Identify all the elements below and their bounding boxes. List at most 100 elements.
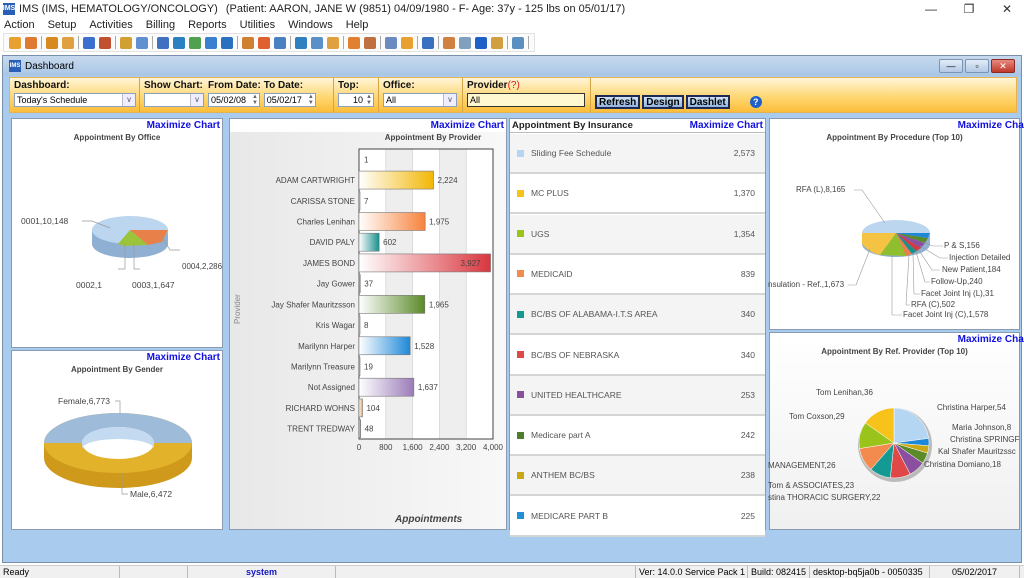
toolbar-icon[interactable]	[422, 36, 434, 49]
toolbar-icon[interactable]	[258, 36, 270, 49]
chevron-down-icon: ∨	[190, 94, 203, 106]
dashboard-restore-button[interactable]: ▫	[965, 59, 989, 73]
toolbar-icon[interactable]	[512, 36, 524, 49]
toolbar-icon[interactable]	[274, 36, 286, 49]
office-chart-panel: Maximize Chart Appointment By Office 000…	[11, 118, 223, 348]
data-label: New Patient,184	[942, 265, 1001, 274]
toolbar-icon[interactable]	[311, 36, 323, 49]
status-empty	[120, 566, 188, 578]
menu-help[interactable]: Help	[346, 19, 369, 31]
data-label: Injection Detailed	[949, 253, 1011, 262]
insurance-value: 1,370	[733, 188, 755, 199]
dashboard-select[interactable]: Today's Schedule ∨	[14, 93, 136, 107]
insurance-name: BC/BS OF NEBRASKA	[531, 349, 620, 360]
insurance-name: UGS	[531, 228, 550, 239]
toolbar-icon[interactable]	[136, 36, 148, 49]
toolbar-icon[interactable]	[99, 36, 111, 49]
x-axis-label: Appointments	[395, 514, 463, 525]
data-label: stina THORACIC SURGERY,22	[768, 493, 881, 502]
bar-category-label: JAMES BOND	[303, 259, 355, 268]
status-bar: Ready system Ver: 14.0.0 Service Pack 1 …	[0, 565, 1024, 578]
toolbar-icon[interactable]	[364, 36, 376, 49]
chevron-down-icon: ∨	[443, 94, 456, 106]
insurance-value: 1,354	[733, 228, 755, 239]
toolbar-icon[interactable]	[242, 36, 254, 49]
menu-reports[interactable]: Reports	[188, 19, 227, 31]
menu-activities[interactable]: Activities	[89, 19, 132, 31]
ref-provider-chart-panel: Maximize Chart Appointment By Ref. Provi…	[768, 332, 1024, 530]
data-label: Facet Joint Inj (C),1,578	[903, 310, 989, 319]
toolbar-icon[interactable]	[475, 36, 487, 49]
toolbar-icon[interactable]	[348, 36, 360, 49]
gender-chart-panel: Maximize Chart Appointment By Gender Fem…	[11, 350, 223, 530]
menu-utilities[interactable]: Utilities	[240, 19, 275, 31]
bar-data-label: 2,224	[438, 176, 459, 185]
x-tick-label: 1,600	[403, 443, 424, 452]
to-date-input[interactable]: 05/02/17 ▲ ▼	[263, 93, 316, 107]
provider-label: Provider	[467, 80, 508, 91]
toolbar	[3, 33, 535, 52]
ims-app-icon: IMS	[3, 2, 15, 15]
toolbar-icon[interactable]	[401, 36, 413, 49]
insurance-row: MEDICARE PART B 225	[510, 496, 765, 537]
bar-category-label: Charles Lenihan	[297, 218, 355, 227]
toolbar-icon[interactable]	[46, 36, 58, 49]
provider-help-hint[interactable]: (?)	[508, 80, 520, 91]
insurance-value: 839	[740, 268, 755, 279]
status-user: system	[188, 566, 336, 578]
show-chart-label: Show Chart:	[144, 80, 203, 91]
toolbar-icon[interactable]	[157, 36, 169, 49]
dashboard-close-button[interactable]: ✕	[991, 59, 1015, 73]
x-tick-label: 3,200	[456, 443, 477, 452]
refresh-button[interactable]: Refresh	[595, 95, 641, 109]
toolbar-icon[interactable]	[385, 36, 397, 49]
toolbar-icon[interactable]	[205, 36, 217, 49]
spinner-icon[interactable]: ▲ ▼	[307, 94, 315, 106]
toolbar-icon[interactable]	[83, 36, 95, 49]
toolbar-separator	[528, 36, 529, 49]
show-chart-select[interactable]: ∨	[144, 93, 204, 107]
insurance-name: BC/BS OF ALABAMA-I.T.S AREA	[531, 309, 658, 320]
toolbar-icon[interactable]	[9, 36, 21, 49]
insurance-value: 253	[740, 389, 755, 400]
insurance-row: ANTHEM BC/BS 238	[510, 456, 765, 497]
design-button[interactable]: Design	[642, 95, 684, 109]
toolbar-icon[interactable]	[221, 36, 233, 49]
dashlet-button[interactable]: Dashlet	[685, 95, 730, 109]
toolbar-icon[interactable]	[25, 36, 37, 49]
toolbar-icon[interactable]	[327, 36, 339, 49]
dashboard-minimize-button[interactable]: —	[939, 59, 963, 73]
maximize-chart-link[interactable]: Maximize Chart	[690, 120, 763, 131]
bar-data-label: 37	[364, 280, 373, 289]
from-date-input[interactable]: 05/02/08 ▲ ▼	[208, 93, 260, 107]
from-date-label: From Date:	[208, 80, 261, 91]
toolbar-icon[interactable]	[295, 36, 307, 49]
spinner-icon[interactable]: ▲ ▼	[365, 94, 373, 106]
insurance-name: MEDICARE PART B	[531, 510, 608, 521]
top-input[interactable]: 10 ▲ ▼	[338, 93, 374, 107]
menu-windows[interactable]: Windows	[288, 19, 333, 31]
toolbar-icon[interactable]	[189, 36, 201, 49]
toolbar-icon[interactable]	[173, 36, 185, 49]
toolbar-icon[interactable]	[443, 36, 455, 49]
bar-data-label: 104	[366, 404, 380, 413]
dashboard-header: IMS Dashboard	[3, 56, 1021, 76]
menu-billing[interactable]: Billing	[146, 19, 175, 31]
toolbar-icon[interactable]	[459, 36, 471, 49]
bar-category-label: TRENT TREDWAY	[287, 425, 355, 434]
data-label: Christina SPRINGF	[950, 435, 1020, 444]
provider-input[interactable]: All	[467, 93, 585, 107]
toolbar-icon[interactable]	[120, 36, 132, 49]
close-button[interactable]: ✕	[984, 0, 1024, 17]
toolbar-icon[interactable]	[491, 36, 503, 49]
menu-setup[interactable]: Setup	[48, 19, 77, 31]
dashboard-select-value: Today's Schedule	[17, 95, 88, 105]
insurance-value: 238	[740, 470, 755, 481]
status-version: Ver: 14.0.0 Service Pack 1	[636, 566, 748, 578]
menu-action[interactable]: Action	[4, 19, 35, 31]
help-icon[interactable]: ?	[749, 96, 762, 108]
office-select[interactable]: All ∨	[383, 93, 457, 107]
toolbar-icon[interactable]	[62, 36, 74, 49]
spinner-icon[interactable]: ▲ ▼	[251, 94, 259, 106]
insurance-name: Medicare part A	[531, 430, 591, 441]
